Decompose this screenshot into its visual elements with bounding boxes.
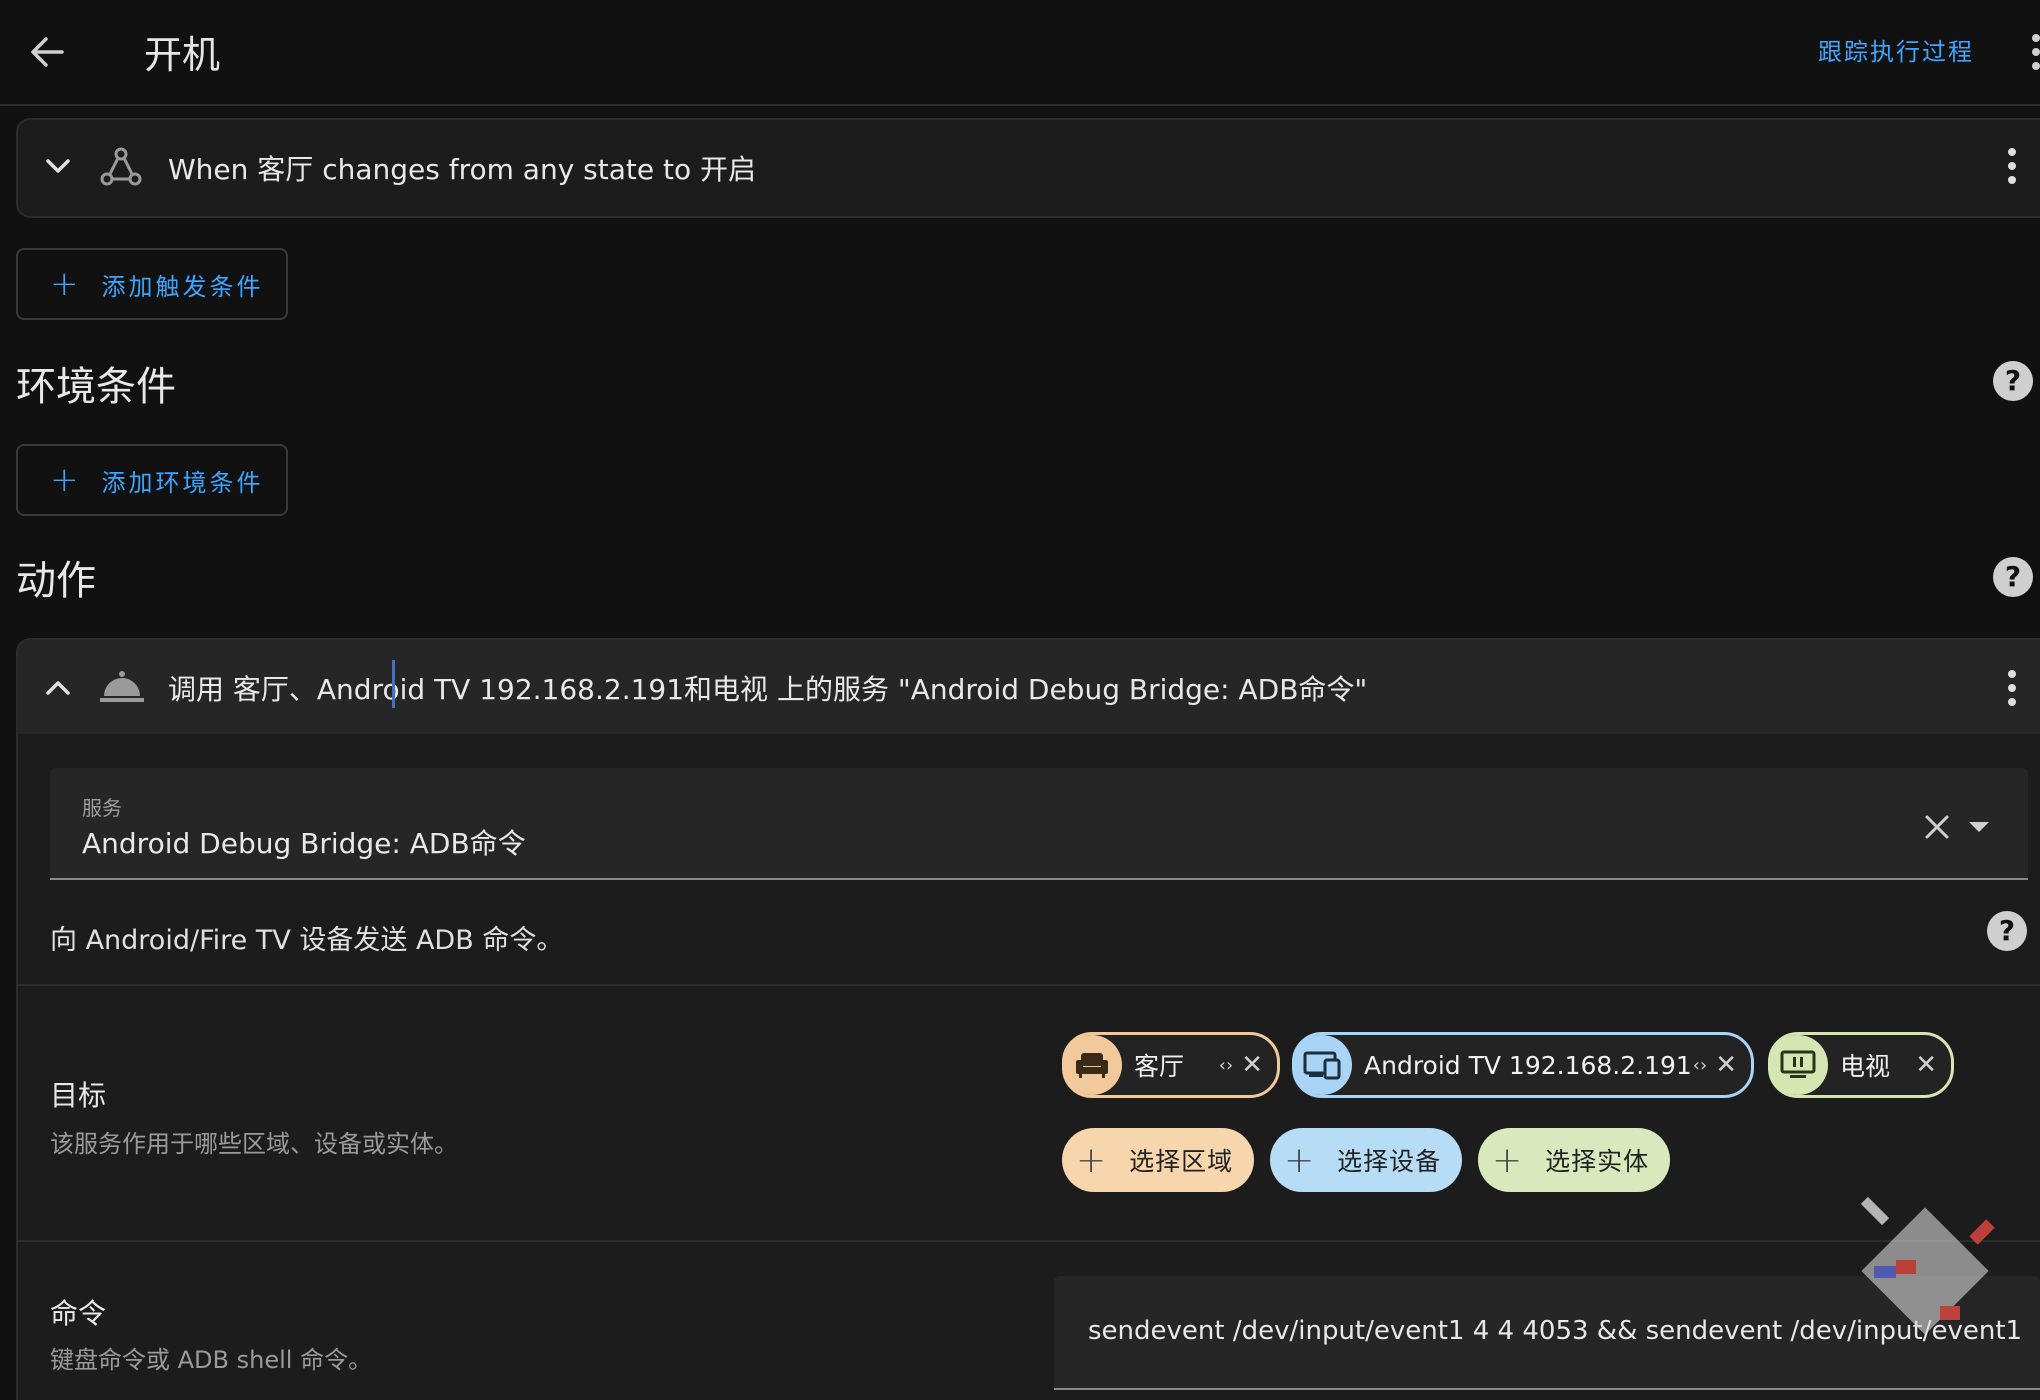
divider	[18, 984, 2040, 986]
expand-code-icon[interactable]: ‹›	[1219, 1055, 1233, 1076]
trigger-more-icon[interactable]	[2006, 146, 2018, 186]
plus-icon: +	[1076, 1139, 1108, 1181]
add-trigger-label: 添加触发条件	[101, 272, 264, 301]
target-description: 该服务作用于哪些区域、设备或实体。	[50, 1130, 458, 1158]
close-icon[interactable]: ✕	[1241, 1050, 1263, 1080]
select-entity-label: 选择实体	[1545, 1147, 1650, 1176]
chip-label: Android TV 192.168.2.191	[1364, 1050, 1692, 1080]
plus-icon: +	[50, 264, 82, 304]
trace-execution-link[interactable]: 跟踪执行过程	[1818, 32, 1974, 67]
select-device-button[interactable]: + 选择设备	[1270, 1128, 1462, 1192]
close-icon[interactable]: ✕	[1915, 1050, 1937, 1080]
conditions-help-icon[interactable]: ?	[1992, 360, 2034, 402]
add-condition-button[interactable]: + 添加环境条件	[16, 444, 288, 516]
back-arrow-icon[interactable]	[22, 26, 74, 78]
add-trigger-button[interactable]: + 添加触发条件	[16, 248, 288, 320]
top-app-bar	[0, 0, 2040, 106]
watermark-logo	[1850, 1196, 2020, 1366]
chip-label: 客厅	[1134, 1052, 1185, 1081]
close-icon[interactable]: ✕	[1715, 1050, 1737, 1080]
target-chip-entity[interactable]: 电视 ✕	[1768, 1032, 1954, 1098]
chip-label: 电视	[1840, 1052, 1891, 1081]
command-description: 键盘命令或 ADB shell 命令。	[50, 1346, 373, 1374]
service-help-icon[interactable]: ?	[1986, 910, 2028, 952]
devices-icon	[1292, 1035, 1352, 1095]
target-chip-area[interactable]: 客厅 ‹› ✕	[1062, 1032, 1280, 1098]
text-cursor	[392, 660, 395, 708]
sofa-icon	[1062, 1035, 1122, 1095]
television-icon	[1768, 1035, 1828, 1095]
plus-icon: +	[50, 460, 82, 500]
action-more-icon[interactable]	[2006, 668, 2018, 708]
command-label: 命令	[50, 1297, 107, 1330]
divider	[18, 1240, 2040, 1242]
chevron-down-icon[interactable]	[42, 150, 74, 182]
plus-icon: +	[1492, 1139, 1524, 1181]
select-device-label: 选择设备	[1337, 1147, 1442, 1176]
close-icon[interactable]	[1922, 812, 1952, 842]
service-field-label: 服务	[82, 796, 122, 820]
target-label: 目标	[50, 1079, 107, 1112]
svg-text:?: ?	[1999, 914, 2015, 947]
target-chip-device[interactable]: Android TV 192.168.2.191 ‹› ✕	[1292, 1032, 1754, 1098]
select-area-button[interactable]: + 选择区域	[1062, 1128, 1254, 1192]
add-condition-label: 添加环境条件	[101, 468, 264, 497]
trigger-description: When 客厅 changes from any state to 开启	[168, 153, 757, 186]
svg-text:?: ?	[2005, 364, 2021, 397]
svg-text:?: ?	[2005, 560, 2021, 593]
state-trigger-icon	[98, 144, 144, 190]
expand-code-icon[interactable]: ‹›	[1693, 1055, 1707, 1076]
action-header-text: 调用 客厅、Android TV 192.168.2.191和电视 上的服务 "…	[168, 673, 1368, 706]
service-bell-icon	[98, 666, 146, 706]
chevron-up-icon[interactable]	[42, 672, 74, 704]
service-description: 向 Android/Fire TV 设备发送 ADB 命令。	[50, 925, 564, 956]
dropdown-arrow-icon[interactable]	[1966, 816, 1992, 838]
actions-help-icon[interactable]: ?	[1992, 556, 2034, 598]
plus-icon: +	[1284, 1139, 1316, 1181]
service-field-value[interactable]: Android Debug Bridge: ADB命令	[82, 822, 526, 862]
select-entity-button[interactable]: + 选择实体	[1478, 1128, 1670, 1192]
page-title: 开机	[144, 33, 221, 77]
select-area-label: 选择区域	[1129, 1147, 1234, 1176]
conditions-title: 环境条件	[16, 364, 176, 410]
overflow-menu-icon[interactable]	[2024, 30, 2040, 74]
actions-title: 动作	[16, 558, 96, 604]
